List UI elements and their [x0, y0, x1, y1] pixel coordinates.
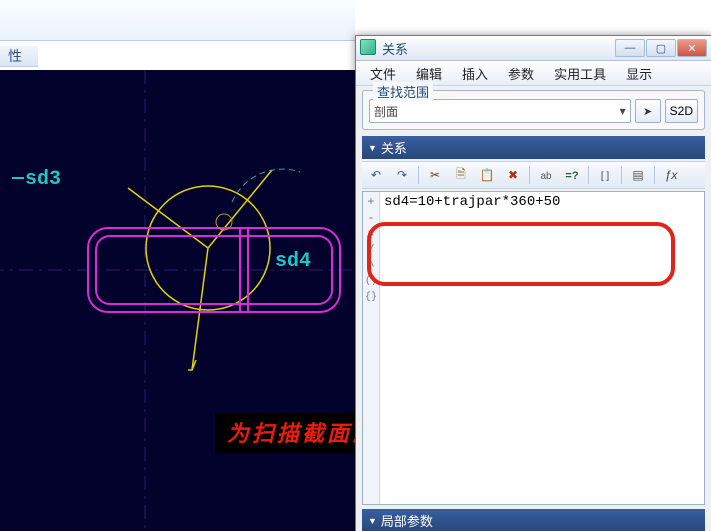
dim-label-sd3[interactable]: sd3 — [25, 168, 61, 191]
toolbar-separator — [621, 166, 622, 184]
collapse-triangle-icon: ▼ — [368, 516, 377, 526]
svg-text:sd3: sd3 — [25, 168, 61, 191]
function-button[interactable] — [659, 164, 683, 186]
toolbar-separator — [418, 166, 419, 184]
gutter-div[interactable]: / — [367, 242, 374, 258]
dim-label-sd4[interactable]: sd4 — [275, 250, 311, 273]
gutter-pow[interactable]: ^ — [367, 258, 374, 274]
verify-button[interactable] — [560, 164, 584, 186]
relations-window: 关系 — ▢ ✕ 文件 编辑 插入 参数 实用工具 显示 查找范围 剖面 ▾ S… — [355, 35, 711, 531]
main-ribbon-fragment — [0, 0, 355, 41]
collapse-triangle-icon: ▼ — [368, 143, 377, 153]
scope-name-button[interactable]: S2D — [665, 99, 698, 123]
window-title: 关系 — [382, 39, 408, 58]
find-scope-label: 查找范围 — [373, 82, 433, 101]
local-params-section-header[interactable]: ▼ 局部参数 — [362, 509, 705, 531]
svg-text:sd4: sd4 — [275, 250, 311, 273]
toolbar-separator — [529, 166, 530, 184]
units-icon — [540, 168, 551, 182]
maximize-button[interactable]: ▢ — [646, 39, 676, 57]
units-button[interactable] — [534, 164, 558, 186]
brackets-icon — [601, 168, 609, 182]
rule-button[interactable] — [626, 164, 650, 186]
editor-operator-gutter: + - × / ^ () {} — [363, 192, 380, 504]
pick-arrow-icon — [643, 104, 652, 118]
relations-section-title: 关系 — [381, 138, 407, 157]
cut-button[interactable] — [423, 164, 447, 186]
rule-icon — [632, 168, 643, 182]
window-icon — [360, 39, 376, 58]
gutter-mult[interactable]: × — [367, 226, 374, 242]
close-button[interactable]: ✕ — [677, 39, 707, 57]
menu-params[interactable]: 参数 — [502, 62, 540, 85]
pick-arrow-button[interactable] — [635, 99, 661, 123]
copy-button[interactable] — [449, 164, 473, 186]
verify-icon — [565, 168, 578, 182]
copy-icon — [456, 165, 466, 186]
scope-combo[interactable]: 剖面 ▾ — [369, 99, 631, 123]
local-params-section-title: 局部参数 — [381, 511, 433, 530]
toolbar-separator — [588, 166, 589, 184]
undo-button[interactable] — [364, 164, 388, 186]
paste-button[interactable] — [475, 164, 499, 186]
toolbar-separator — [654, 166, 655, 184]
delete-icon — [508, 168, 518, 182]
gutter-plus[interactable]: + — [367, 194, 374, 210]
sketch-viewport[interactable]: sd3 sd4 — [0, 70, 374, 531]
brackets-button[interactable] — [593, 164, 617, 186]
scope-combo-value: 剖面 — [374, 103, 398, 120]
menu-insert[interactable]: 插入 — [456, 62, 494, 85]
relations-toolbar — [362, 161, 705, 189]
minimize-button[interactable]: — — [615, 39, 645, 57]
gutter-minus[interactable]: - — [367, 210, 374, 226]
scope-name-label: S2D — [670, 104, 693, 118]
chevron-down-icon: ▾ — [620, 104, 626, 118]
redo-icon — [397, 168, 407, 182]
find-scope-group: 查找范围 剖面 ▾ S2D — [362, 90, 705, 130]
relations-editor[interactable]: sd4=10+trajpar*360+50 — [380, 192, 704, 504]
fx-icon — [665, 168, 678, 182]
sketch-canvas: sd3 sd4 — [0, 70, 374, 531]
menu-tools[interactable]: 实用工具 — [548, 62, 612, 85]
paste-icon — [480, 168, 495, 182]
redo-button[interactable] — [390, 164, 414, 186]
undo-icon — [371, 168, 381, 182]
delete-button[interactable] — [501, 164, 525, 186]
relations-editor-area: + - × / ^ () {} sd4=10+trajpar*360+50 — [362, 191, 705, 505]
menu-show[interactable]: 显示 — [620, 62, 658, 85]
side-tab-label[interactable]: 性 — [0, 46, 38, 67]
gutter-paren[interactable]: () — [365, 274, 377, 290]
relations-section-header[interactable]: ▼ 关系 — [362, 136, 705, 159]
scissors-icon — [430, 168, 440, 182]
gutter-brace[interactable]: {} — [365, 290, 377, 306]
window-titlebar[interactable]: 关系 — ▢ ✕ — [356, 36, 711, 61]
editor-line-1: sd4=10+trajpar*360+50 — [384, 194, 700, 210]
